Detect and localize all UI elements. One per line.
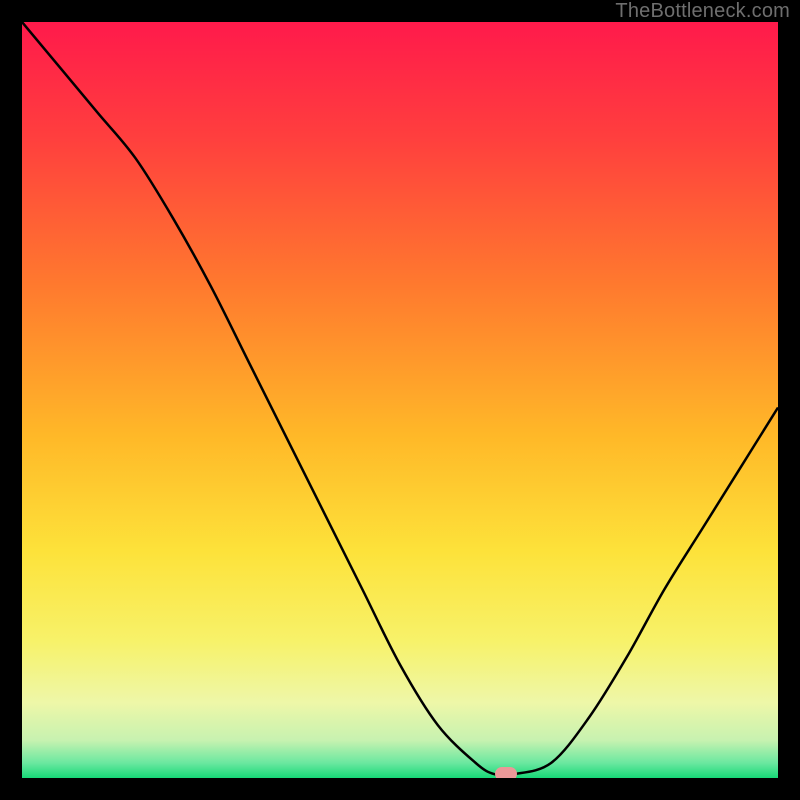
plot-area bbox=[22, 22, 778, 778]
chart-frame: TheBottleneck.com bbox=[0, 0, 800, 800]
optimal-point-marker bbox=[495, 767, 517, 778]
bottleneck-curve bbox=[22, 22, 778, 778]
watermark-text: TheBottleneck.com bbox=[615, 0, 790, 23]
